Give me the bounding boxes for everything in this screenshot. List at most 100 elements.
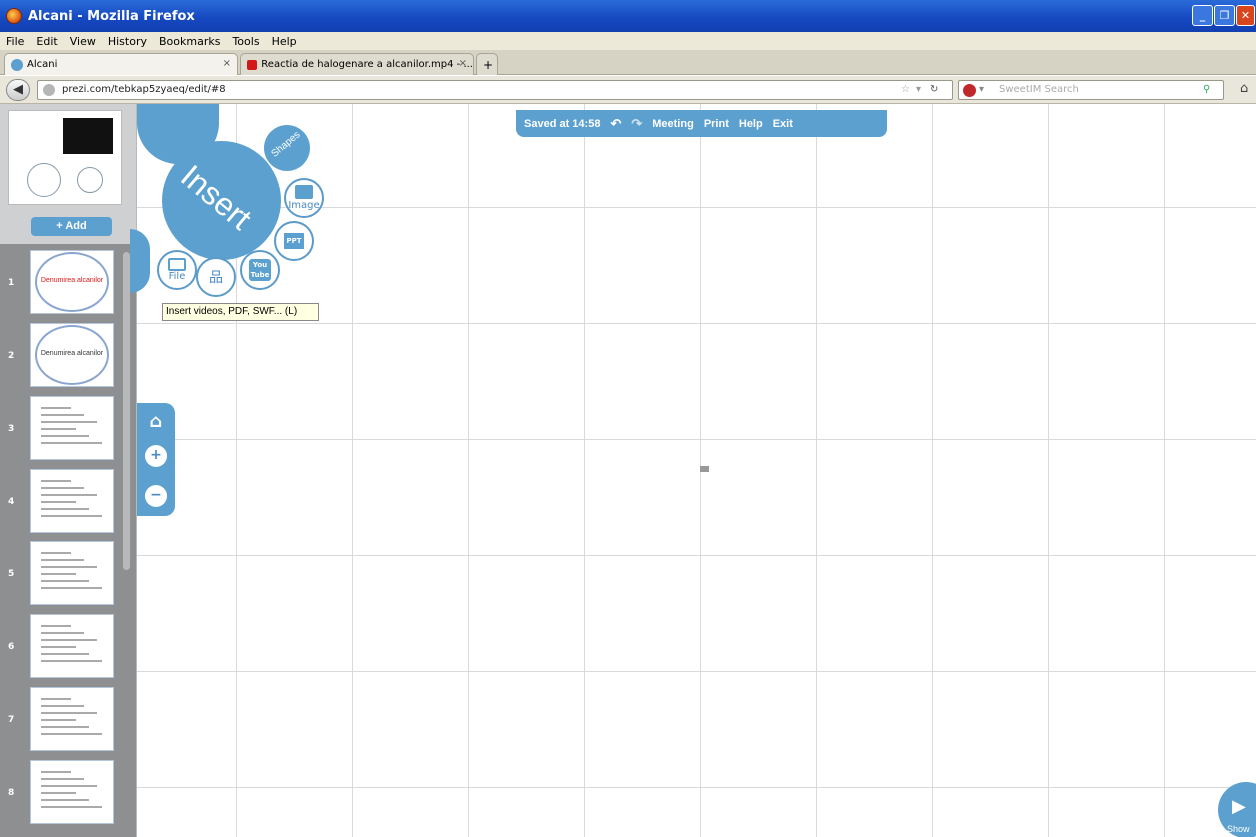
slide-thumbnail[interactable]	[30, 396, 114, 460]
add-path-button[interactable]: + Add	[31, 217, 112, 236]
slide-number: 2	[8, 351, 15, 361]
exit-button[interactable]: Exit	[773, 118, 793, 130]
home-view-icon[interactable]: ⌂	[145, 411, 167, 433]
back-button[interactable]: ◀	[6, 79, 30, 101]
play-icon: ▶	[1232, 796, 1246, 817]
chevron-down-icon[interactable]: ▾	[979, 81, 984, 99]
menu-view[interactable]: View	[70, 35, 96, 48]
slide-number: 5	[8, 569, 15, 579]
slide-text-line	[41, 501, 76, 503]
menu-edit[interactable]: Edit	[36, 35, 57, 48]
zoom-controls: ⌂ + −	[137, 403, 175, 516]
tab-youtube[interactable]: Reactia de halogenare a alcanilor.mp4 - …	[240, 53, 474, 75]
slide-text-line	[41, 778, 84, 780]
slide-text-line	[41, 414, 84, 416]
prezi-favicon-icon	[11, 58, 23, 71]
slide-text-line	[41, 421, 97, 423]
url-text: prezi.com/tebkap5zyaeq/edit/#8	[62, 84, 226, 95]
bookmark-star-icon[interactable]: ☆	[901, 81, 910, 99]
slide-text-line	[41, 625, 71, 627]
shapes-button[interactable]: Shapes	[264, 125, 310, 171]
slide-thumbnail[interactable]: Denumirea alcanilor	[30, 250, 114, 314]
menu-history[interactable]: History	[108, 35, 147, 48]
slide-text-line	[41, 428, 76, 430]
slide-thumbnail[interactable]	[30, 687, 114, 751]
slide-thumbnail[interactable]: Denumirea alcanilor	[30, 323, 114, 387]
overview-thumbnail[interactable]	[8, 110, 122, 205]
slide-text-line	[41, 646, 76, 648]
zoom-in-icon[interactable]: +	[145, 445, 167, 467]
folder-icon	[168, 258, 186, 271]
reload-icon[interactable]: ↻	[930, 81, 938, 99]
menu-bookmarks[interactable]: Bookmarks	[159, 35, 220, 48]
slide-number: 3	[8, 424, 15, 434]
slide-text-line	[41, 442, 102, 444]
undo-icon[interactable]: ↶	[610, 116, 621, 132]
meeting-button[interactable]: Meeting	[652, 118, 694, 130]
tab-bar: Alcani × Reactia de halogenare a alcanil…	[0, 50, 1256, 75]
diagram-button[interactable]: 品	[196, 257, 236, 297]
tab-alcani[interactable]: Alcani ×	[4, 53, 238, 75]
slide-text-line	[41, 559, 84, 561]
minimize-button[interactable]: _	[1192, 5, 1213, 26]
slide-text-line	[41, 480, 71, 482]
youtube-button[interactable]: You Tube	[240, 250, 280, 290]
slide-text-line	[41, 587, 102, 589]
title-bar: Alcani - Mozilla Firefox _ ❐ ✕	[0, 0, 1256, 32]
menu-file[interactable]: File	[6, 35, 24, 48]
file-button[interactable]: File	[157, 250, 197, 290]
print-button[interactable]: Print	[704, 118, 729, 130]
slide-thumbnail[interactable]	[30, 760, 114, 824]
slide-text-line	[41, 771, 71, 773]
menu-help[interactable]: Help	[272, 35, 297, 48]
slide-number: 1	[8, 278, 15, 288]
close-window-button[interactable]: ✕	[1236, 5, 1255, 26]
file-label: File	[168, 271, 186, 282]
history-dropdown-icon[interactable]: ▾	[916, 81, 921, 99]
diagram-icon: 品	[209, 270, 223, 286]
slide-text-line	[41, 487, 84, 489]
globe-icon	[43, 84, 55, 96]
menu-bubble	[130, 229, 150, 293]
tab-close-icon[interactable]: ×	[459, 58, 467, 69]
search-input[interactable]: ▾ SweetIM Search ⚲	[958, 80, 1224, 100]
slide-text-line	[41, 632, 84, 634]
slide-text-line	[41, 552, 71, 554]
slide-number: 7	[8, 715, 15, 725]
slide-thumbnail[interactable]	[30, 614, 114, 678]
slide-number: 4	[8, 497, 15, 507]
home-icon[interactable]: ⌂	[1240, 81, 1248, 96]
tab-close-icon[interactable]: ×	[223, 58, 231, 69]
search-icon[interactable]: ⚲	[1203, 81, 1210, 99]
tab-label: Reactia de halogenare a alcanilor.mp4 - …	[261, 59, 473, 70]
firefox-logo-icon	[6, 8, 22, 24]
slide-text-line	[41, 639, 97, 641]
saved-status: Saved at 14:58	[524, 117, 601, 130]
slide-text-line	[41, 407, 71, 409]
insert-bubble[interactable]: Insert	[162, 141, 281, 260]
slide-text-line	[41, 705, 84, 707]
menu-tools[interactable]: Tools	[232, 35, 259, 48]
help-button[interactable]: Help	[739, 118, 763, 130]
slide-title: Denumirea alcanilor	[40, 350, 104, 357]
slide-text-line	[41, 792, 76, 794]
tab-label: Alcani	[27, 59, 58, 70]
image-icon	[295, 185, 313, 199]
ppt-button[interactable]: PPT	[274, 221, 314, 261]
slide-text-line	[41, 508, 89, 510]
navigation-bar: ◀ prezi.com/tebkap5zyaeq/edit/#8 ☆ ▾ ↻ ▾…	[0, 76, 1256, 104]
zoom-out-icon[interactable]: −	[145, 485, 167, 507]
youtube-favicon-icon	[247, 59, 258, 70]
canvas-center-marker	[700, 466, 709, 472]
url-bar[interactable]: prezi.com/tebkap5zyaeq/edit/#8 ☆ ▾ ↻	[37, 80, 953, 100]
maximize-button[interactable]: ❐	[1214, 5, 1235, 26]
slide-text-line	[41, 573, 76, 575]
sidebar-scrollbar[interactable]	[123, 252, 130, 570]
slide-thumbnail[interactable]	[30, 541, 114, 605]
new-tab-button[interactable]: +	[476, 53, 498, 75]
slide-text-line	[41, 733, 102, 735]
image-button[interactable]: Image	[284, 178, 324, 218]
slide-thumbnail[interactable]	[30, 469, 114, 533]
redo-icon[interactable]: ↷	[631, 116, 642, 132]
search-placeholder: SweetIM Search	[999, 84, 1079, 95]
